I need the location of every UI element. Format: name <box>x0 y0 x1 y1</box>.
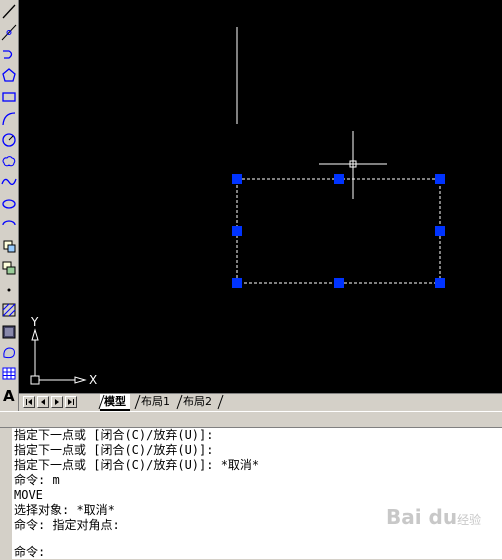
drawing-canvas[interactable]: Y X <box>19 0 502 393</box>
grip-square[interactable] <box>232 226 242 236</box>
draw-toolbar: A <box>0 0 19 413</box>
selected-rectangle[interactable] <box>236 178 441 284</box>
command-prompt[interactable]: 命令: <box>14 545 45 560</box>
first-tab-button[interactable] <box>23 396 35 408</box>
last-tab-button[interactable] <box>65 396 77 408</box>
gradient-icon[interactable] <box>1 322 17 341</box>
construction-line-icon[interactable] <box>1 23 17 42</box>
command-window[interactable]: 指定下一点或 [闭合(C)/放弃(U)]: 指定下一点或 [闭合(C)/放弃(U… <box>0 428 502 559</box>
prev-tab-button[interactable] <box>37 396 49 408</box>
revision-cloud-icon[interactable] <box>1 151 17 170</box>
watermark-logo: Bai du经验 <box>386 505 482 529</box>
point-icon[interactable] <box>1 279 17 298</box>
svg-text:A: A <box>3 387 15 404</box>
command-history-line: 指定下一点或 [闭合(C)/放弃(U)]: <box>14 428 214 442</box>
line-icon[interactable] <box>1 2 17 21</box>
command-history-line: 命令: 指定对角点: <box>14 518 120 532</box>
ucs-y-label: Y <box>30 315 39 329</box>
grip-square[interactable] <box>334 278 344 288</box>
grip-points <box>232 174 445 288</box>
ucs-icon: Y X <box>30 315 97 387</box>
grip-square[interactable] <box>232 174 242 184</box>
insert-block-icon[interactable] <box>1 236 17 255</box>
grip-square[interactable] <box>435 226 445 236</box>
grip-square[interactable] <box>435 278 445 288</box>
table-icon[interactable] <box>1 364 17 383</box>
grip-square[interactable] <box>334 174 344 184</box>
ellipse-arc-icon[interactable] <box>1 215 17 234</box>
make-block-icon[interactable] <box>1 258 17 277</box>
grip-square[interactable] <box>435 174 445 184</box>
region-icon[interactable] <box>1 343 17 362</box>
polyline-icon[interactable] <box>1 45 17 64</box>
next-tab-button[interactable] <box>51 396 63 408</box>
ellipse-icon[interactable] <box>1 194 17 213</box>
circle-icon[interactable] <box>1 130 17 149</box>
command-window-splitter[interactable] <box>0 411 502 428</box>
command-history-line: 指定下一点或 [闭合(C)/放弃(U)]: *取消* <box>14 458 260 472</box>
command-history-line: MOVE <box>14 488 43 502</box>
rectangle-icon[interactable] <box>1 87 17 106</box>
command-history-line: 命令: m <box>14 473 60 487</box>
command-history-line: 选择对象: *取消* <box>14 503 115 517</box>
layout-tab-bar: 模型 布局1 布局2 <box>19 393 502 411</box>
polygon-icon[interactable] <box>1 66 17 85</box>
grip-square[interactable] <box>232 278 242 288</box>
command-history-line: 指定下一点或 [闭合(C)/放弃(U)]: <box>14 443 214 457</box>
arc-icon[interactable] <box>1 109 17 128</box>
tab-separators <box>98 394 224 410</box>
spline-icon[interactable] <box>1 172 17 191</box>
ucs-x-label: X <box>89 373 97 387</box>
multiline-text-icon[interactable]: A <box>1 385 17 404</box>
hatch-icon[interactable] <box>1 300 17 319</box>
crosshair-cursor <box>319 131 387 199</box>
